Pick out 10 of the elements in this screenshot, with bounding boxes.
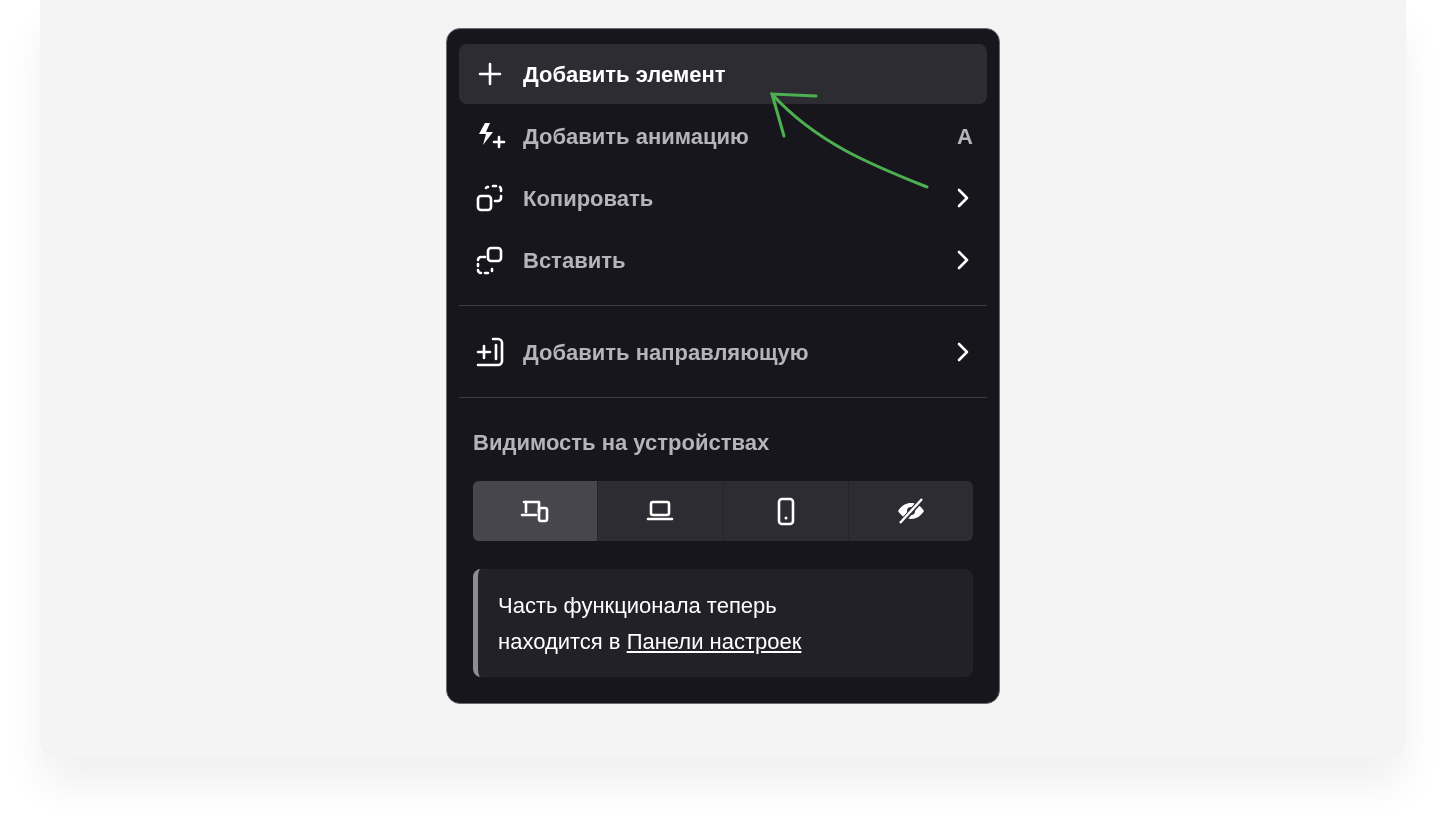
settings-panel-link[interactable]: Панели настроек <box>626 629 802 654</box>
info-note: Часть функционала теперь находится в Панели настроек <box>473 569 973 677</box>
menu-item[interactable]: Копировать <box>459 168 987 228</box>
menu-item[interactable]: Добавить направляющую <box>459 322 987 382</box>
section-heading: Видимость на устройствах <box>472 429 771 457</box>
menu-item[interactable]: Добавить элемент <box>459 44 987 104</box>
device-toggle[interactable] <box>473 481 598 541</box>
menu-item[interactable]: Вставить <box>459 230 987 290</box>
menu-item[interactable]: Добавить анимацию A <box>459 106 987 166</box>
shortcut-key: A <box>957 119 973 153</box>
